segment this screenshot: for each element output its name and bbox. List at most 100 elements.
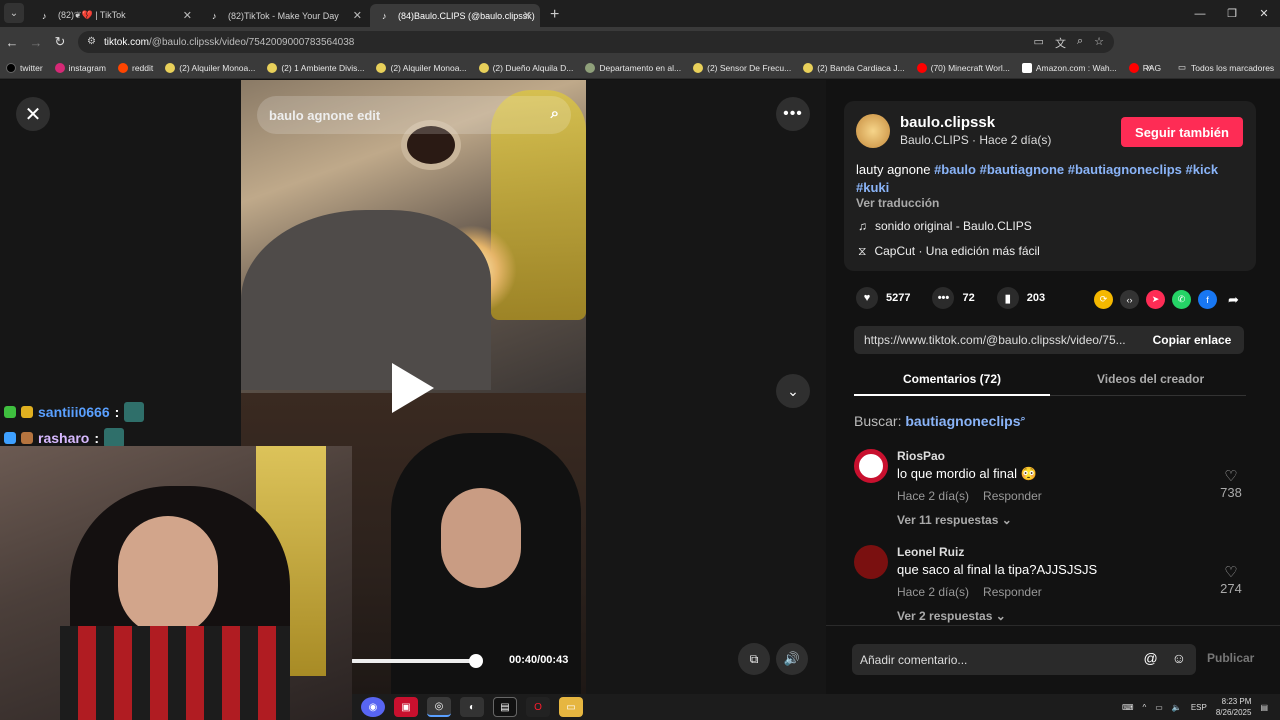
chrome-icon[interactable]: ◎ xyxy=(427,697,451,717)
music-note-icon: ♫ xyxy=(858,219,867,233)
discord-icon[interactable]: ◉ xyxy=(361,697,385,717)
add-comment-input[interactable]: Añadir comentario... @ ☺ xyxy=(852,644,1196,675)
embed-icon[interactable]: ‹› xyxy=(1120,290,1139,309)
forward-icon[interactable]: → xyxy=(24,35,48,50)
clock[interactable]: 8:23 PM 8/26/2025 xyxy=(1216,696,1252,718)
close-button[interactable]: ✕ xyxy=(16,97,50,131)
reply-button[interactable]: Responder xyxy=(983,585,1042,599)
capcut-icon[interactable]: ▤ xyxy=(493,697,517,717)
translate-link[interactable]: Ver traducción xyxy=(856,196,939,210)
close-tab-icon[interactable]: ✕ xyxy=(523,9,532,22)
volume-icon[interactable]: 🔈 xyxy=(1172,703,1182,712)
avatar[interactable] xyxy=(854,545,888,579)
obs-icon[interactable]: ◐ xyxy=(460,697,484,717)
reload-icon[interactable]: ↻ xyxy=(48,34,72,50)
video-link[interactable]: https://www.tiktok.com/@baulo.clipssk/vi… xyxy=(854,333,1138,347)
bookmark[interactable]: (2) Alquiler Monoa... xyxy=(376,62,467,73)
bookmark[interactable]: (2) Alquiler Monoa... xyxy=(165,62,255,73)
zoom-icon[interactable]: ⌕ xyxy=(1077,35,1083,51)
view-replies-button[interactable]: Ver 2 respuestas ⌄ xyxy=(897,609,1006,623)
show-hidden-icon[interactable]: ^ xyxy=(1143,703,1147,712)
browser-tab[interactable]: ♪ (82)TikTok - Make Your Day ✕ xyxy=(200,4,370,27)
whatsapp-icon[interactable]: ✆ xyxy=(1172,290,1191,309)
tab-comments[interactable]: Comentarios (72) xyxy=(903,372,1001,386)
picture-in-picture-button[interactable]: ⧉ xyxy=(738,643,770,675)
language-indicator[interactable]: ESP xyxy=(1191,703,1207,712)
hashtag-link[interactable]: #kick xyxy=(1186,162,1219,177)
keyboard-icon[interactable]: ⌨ xyxy=(1122,703,1134,712)
bookmark[interactable]: Amazon.com : Wah... xyxy=(1021,62,1117,73)
play-icon[interactable] xyxy=(392,363,434,413)
video-search-bar[interactable]: baulo agnone edit ⌕ xyxy=(257,96,571,134)
progress-knob[interactable] xyxy=(469,654,483,668)
sound-link[interactable]: ♫ sonido original - Baulo.CLIPS xyxy=(858,219,1032,233)
site-info-icon[interactable]: ⚙ xyxy=(87,36,96,47)
translate-icon[interactable]: 文 xyxy=(1055,35,1066,51)
progress-bar[interactable] xyxy=(351,654,483,668)
search-icon[interactable]: ⌕ xyxy=(551,105,559,122)
tab-creator-videos[interactable]: Videos del creador xyxy=(1097,372,1204,386)
facebook-icon[interactable]: f xyxy=(1198,290,1217,309)
mention-icon[interactable]: @ xyxy=(1143,650,1157,666)
bookmark[interactable]: (2) 1 Ambiente Divis... xyxy=(267,62,364,73)
view-replies-button[interactable]: Ver 11 respuestas ⌄ xyxy=(897,513,1012,527)
close-window-icon[interactable]: ✕ xyxy=(1248,0,1280,27)
hashtag-link[interactable]: #baulo xyxy=(934,162,976,177)
comment-button[interactable]: ••• 72 xyxy=(932,287,975,309)
bookmark[interactable]: RAG xyxy=(1128,62,1161,73)
publish-button[interactable]: Publicar xyxy=(1207,651,1254,665)
follow-button[interactable]: Seguir también xyxy=(1121,117,1243,147)
hashtag-link[interactable]: #bautiagnone xyxy=(980,162,1065,177)
hashtag-link[interactable]: #bautiagnoneclips xyxy=(1068,162,1182,177)
copy-link-button[interactable]: Copiar enlace xyxy=(1140,326,1244,354)
new-tab-button[interactable]: + xyxy=(550,6,559,24)
bookmark[interactable]: Departamento en al... xyxy=(585,62,681,73)
cast-icon[interactable]: ▭ xyxy=(1034,35,1044,51)
bookmark[interactable]: instagram xyxy=(54,62,106,73)
search-suggestion[interactable]: Buscar: bautiagnoneclips⌕ xyxy=(854,413,1026,429)
reply-button[interactable]: Responder xyxy=(983,489,1042,503)
like-button[interactable]: ♥ 5277 xyxy=(856,287,910,309)
url-field[interactable]: ⚙ tiktok.com/@baulo.clipssk/video/754200… xyxy=(78,31,1114,53)
bookmark[interactable]: (2) Dueño Alquila D... xyxy=(478,62,573,73)
repost-icon[interactable]: ⟳ xyxy=(1094,290,1113,309)
stream-chat: santiii0666: rasharo: xyxy=(4,399,145,451)
tab-bar: ⌄ ♪ (82)❦💔 | TikTok ✕ ♪ (82)TikTok - Make Y… xyxy=(0,0,1280,27)
bookmark[interactable]: (2) Banda Cardiaca J... xyxy=(803,62,905,73)
restore-icon[interactable]: ❐ xyxy=(1216,0,1248,27)
notifications-icon[interactable]: ▤ xyxy=(1260,703,1268,712)
minimize-icon[interactable]: — xyxy=(1184,0,1216,27)
comment-like-button[interactable]: ♡ 274 xyxy=(1216,563,1246,596)
close-tab-icon[interactable]: ✕ xyxy=(183,9,192,22)
bookmark-star-icon[interactable]: ☆ xyxy=(1094,35,1104,51)
avatar[interactable] xyxy=(856,114,890,148)
file-explorer-icon[interactable]: ▭ xyxy=(559,697,583,717)
bookmark[interactable]: reddit xyxy=(118,62,153,73)
close-tab-icon[interactable]: ✕ xyxy=(353,9,362,22)
save-button[interactable]: ▮ 203 xyxy=(996,287,1045,309)
tab-search-button[interactable]: ⌄ xyxy=(4,3,24,23)
author-username[interactable]: baulo.clipssk xyxy=(900,114,995,131)
bookmark[interactable]: twitter xyxy=(6,62,43,73)
volume-button[interactable]: 🔊 xyxy=(776,643,808,675)
next-video-button[interactable]: ⌄ xyxy=(776,374,810,408)
emoji-icon[interactable]: ☺ xyxy=(1172,650,1186,666)
more-bookmarks-icon[interactable]: » xyxy=(1146,62,1152,74)
browser-tab-active[interactable]: ♪ (84)Baulo.CLIPS (@baulo.clipssk) ✕ xyxy=(370,4,540,27)
bookmarks-bar: twitter instagram reddit (2) Alquiler Mo… xyxy=(0,57,1280,79)
network-icon[interactable]: ▭ xyxy=(1155,703,1163,712)
more-options-button[interactable]: ••• xyxy=(776,97,810,131)
send-icon[interactable]: ➤ xyxy=(1146,290,1165,309)
all-bookmarks[interactable]: ▭ Todos los marcadores xyxy=(1178,62,1274,73)
hashtag-link[interactable]: #kuki xyxy=(856,180,889,195)
comment-like-button[interactable]: ♡ 738 xyxy=(1216,467,1246,500)
app-icon[interactable]: ▣ xyxy=(394,697,418,717)
opera-icon[interactable]: O xyxy=(526,697,550,717)
bookmark[interactable]: (2) Sensor De Frecu... xyxy=(693,62,791,73)
back-icon[interactable]: ← xyxy=(0,35,24,50)
share-arrow-icon[interactable]: ➦ xyxy=(1224,290,1243,309)
browser-tab[interactable]: ♪ (82)❦💔 | TikTok ✕ xyxy=(30,4,200,27)
capcut-link[interactable]: ⧖ CapCut · Una edición más fácil xyxy=(858,244,1040,259)
bookmark[interactable]: (70) Minecraft Worl... xyxy=(916,62,1010,73)
avatar[interactable] xyxy=(854,449,888,483)
